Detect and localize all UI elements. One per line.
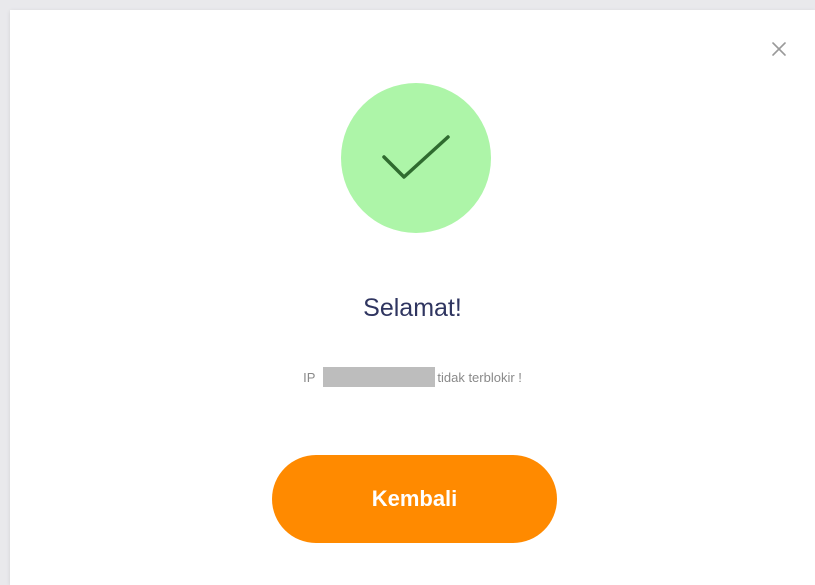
redacted-ip [323,367,436,387]
success-badge [341,83,491,233]
back-button[interactable]: Kembali [272,455,557,543]
close-button[interactable] [768,38,790,60]
close-icon [772,42,786,56]
dialog-title: Selamat! [363,294,462,322]
status-message: IP tidak terblokir ! [10,367,815,387]
success-dialog: Selamat! IP tidak terblokir ! Kembali [10,10,815,585]
message-prefix: IP [303,369,316,385]
checkmark-icon [382,135,450,179]
message-suffix: tidak terblokir ! [437,369,522,385]
